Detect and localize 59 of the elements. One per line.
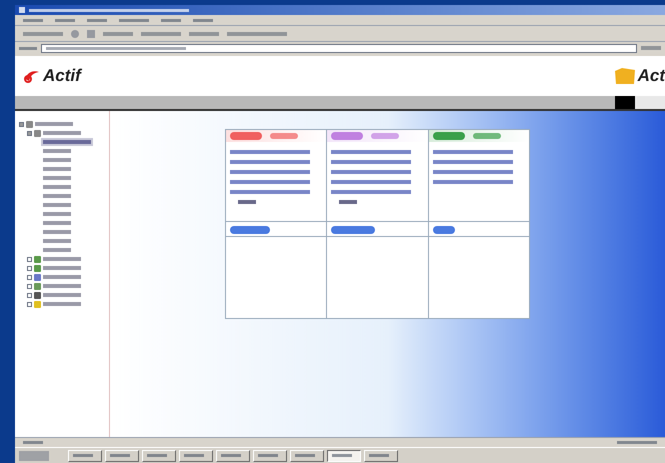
start-button[interactable]: [19, 450, 49, 460]
expand-toggle[interactable]: [27, 284, 32, 288]
expand-toggle[interactable]: [27, 266, 32, 270]
menu-item[interactable]: [55, 18, 75, 22]
tree-item[interactable]: [43, 248, 71, 252]
tree-item[interactable]: [43, 266, 81, 270]
taskbar-button[interactable]: [327, 450, 361, 462]
tree-item[interactable]: [43, 284, 81, 288]
list-link[interactable]: [230, 160, 310, 164]
tree-item[interactable]: [43, 293, 81, 297]
logo-text: Actif: [43, 65, 81, 88]
tree-item[interactable]: [43, 149, 71, 153]
tree-item[interactable]: [43, 176, 71, 180]
tree-item[interactable]: [43, 230, 71, 234]
list-link[interactable]: [230, 150, 310, 154]
menu-item[interactable]: [161, 18, 181, 22]
section-tag: [331, 226, 376, 234]
list-link[interactable]: [230, 180, 310, 184]
tree-item[interactable]: [43, 212, 71, 216]
more-link[interactable]: [339, 200, 358, 204]
menu-item[interactable]: [193, 18, 213, 22]
list-link[interactable]: [331, 150, 412, 154]
expand-toggle[interactable]: [27, 256, 32, 262]
tree-item[interactable]: [35, 122, 73, 126]
section-tag: [432, 226, 455, 234]
tree-item[interactable]: [43, 158, 71, 162]
menu-item[interactable]: [119, 18, 149, 22]
swoosh-icon: [23, 69, 41, 83]
expand-toggle[interactable]: [27, 274, 32, 280]
menu-item[interactable]: [87, 18, 107, 22]
collapse-toggle[interactable]: [19, 122, 24, 126]
list-link[interactable]: [432, 170, 513, 174]
folder-icon: [614, 66, 636, 86]
expand-toggle[interactable]: [27, 292, 32, 298]
tree-item[interactable]: [43, 302, 81, 306]
list-link[interactable]: [331, 180, 412, 184]
tree-item[interactable]: [43, 275, 81, 279]
list-link[interactable]: [331, 160, 412, 164]
tree-item[interactable]: [43, 239, 71, 243]
expand-toggle[interactable]: [27, 302, 32, 306]
section-tag: [230, 226, 270, 234]
list-link[interactable]: [432, 180, 513, 184]
tree-item[interactable]: [43, 203, 71, 207]
list-link[interactable]: [331, 190, 412, 194]
tree-item[interactable]: [43, 221, 71, 225]
list-link[interactable]: [230, 190, 310, 194]
tree-item[interactable]: [43, 257, 81, 261]
menu-item[interactable]: [23, 18, 43, 22]
collapse-toggle[interactable]: [27, 130, 32, 136]
tree-item[interactable]: [43, 140, 91, 144]
tree-item[interactable]: [43, 185, 71, 189]
list-link[interactable]: [331, 170, 412, 174]
address-field[interactable]: [41, 44, 637, 52]
list-link[interactable]: [432, 150, 513, 154]
list-link[interactable]: [432, 160, 513, 164]
tree-item[interactable]: [43, 167, 71, 171]
tree-item[interactable]: [43, 131, 81, 135]
list-link[interactable]: [230, 170, 310, 174]
tree-item[interactable]: [43, 194, 71, 198]
